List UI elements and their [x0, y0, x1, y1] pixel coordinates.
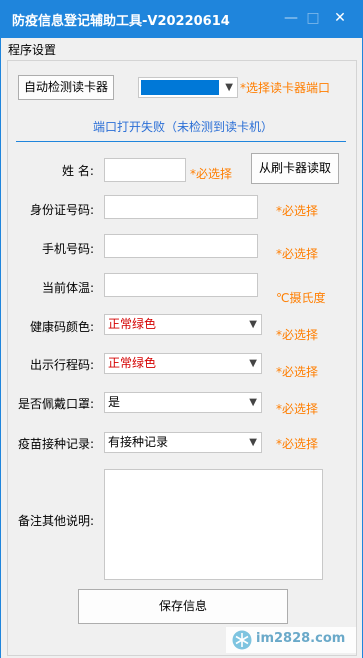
vaccine-label: 疫苗接种记录: [18, 437, 95, 451]
mask-select[interactable]: 是 ▼ [104, 392, 262, 413]
health-code-select[interactable]: 正常绿色 ▼ [104, 314, 262, 335]
name-label: 姓 名: [62, 164, 94, 178]
vaccine-note: *必选择 [276, 437, 319, 451]
id-input[interactable] [104, 195, 258, 219]
phone-label: 手机号码: [42, 242, 95, 256]
health-code-label: 健康码颜色: [30, 320, 95, 334]
health-code-value: 正常绿色 [108, 317, 157, 331]
mask-value: 是 [108, 395, 121, 409]
window-title: 防疫信息登记辅助工具-V20220614 [12, 14, 230, 29]
divider [16, 141, 346, 142]
reader-status: 端口打开失败（未检测到读卡机） [92, 120, 273, 134]
chevron-down-icon: ▼ [249, 319, 257, 330]
trip-code-select[interactable]: 正常绿色 ▼ [104, 353, 262, 374]
watermark-text: im2828.com [256, 631, 346, 646]
temperature-input[interactable] [104, 273, 258, 297]
chevron-down-icon: ▼ [249, 437, 257, 448]
trip-code-value: 正常绿色 [108, 356, 157, 370]
auto-detect-reader-button[interactable]: 自动检测读卡器 [18, 75, 114, 100]
trip-code-note: *必选择 [276, 365, 319, 379]
close-button[interactable]: ✕ [330, 8, 350, 28]
health-code-note: *必选择 [276, 328, 319, 342]
vaccine-value: 有接种记录 [108, 435, 169, 449]
chevron-down-icon: ▼ [249, 358, 257, 369]
watermark: im2828.com [226, 627, 356, 653]
window-client: 程序设置 自动检测读卡器 ▼ *选择读卡器端口 端口打开失败（未检测到读卡机） … [0, 38, 363, 658]
snowflake-icon [232, 630, 252, 650]
minimize-button[interactable]: — [281, 8, 301, 28]
read-from-reader-button[interactable]: 从刷卡器读取 [251, 153, 339, 184]
name-input[interactable] [104, 158, 186, 182]
port-selection-highlight [141, 80, 219, 95]
remark-label: 备注其他说明: [18, 514, 95, 528]
remark-textarea[interactable] [104, 469, 323, 580]
vaccine-select[interactable]: 有接种记录 ▼ [104, 432, 262, 453]
phone-input[interactable] [104, 234, 258, 258]
port-note: *选择读卡器端口 [240, 81, 331, 95]
chevron-down-icon: ▼ [225, 82, 233, 93]
save-button[interactable]: 保存信息 [78, 589, 288, 624]
id-note: *必选择 [276, 204, 319, 218]
name-note: *必选择 [190, 167, 233, 181]
settings-group: 自动检测读卡器 ▼ *选择读卡器端口 端口打开失败（未检测到读卡机） 姓 名: … [7, 60, 357, 656]
maximize-button[interactable]: □ [303, 8, 323, 28]
id-label: 身份证号码: [30, 203, 95, 217]
reader-port-select[interactable]: ▼ [138, 77, 238, 98]
mask-label: 是否佩戴口罩: [18, 397, 95, 411]
trip-code-label: 出示行程码: [30, 358, 95, 372]
phone-note: *必选择 [276, 247, 319, 261]
temperature-label: 当前体温: [42, 281, 95, 295]
group-label: 程序设置 [8, 43, 57, 57]
chevron-down-icon: ▼ [249, 397, 257, 408]
temperature-note: ℃摄氏度 [276, 291, 326, 305]
title-bar: 防疫信息登记辅助工具-V20220614 — □ ✕ [0, 0, 363, 38]
mask-note: *必选择 [276, 402, 319, 416]
